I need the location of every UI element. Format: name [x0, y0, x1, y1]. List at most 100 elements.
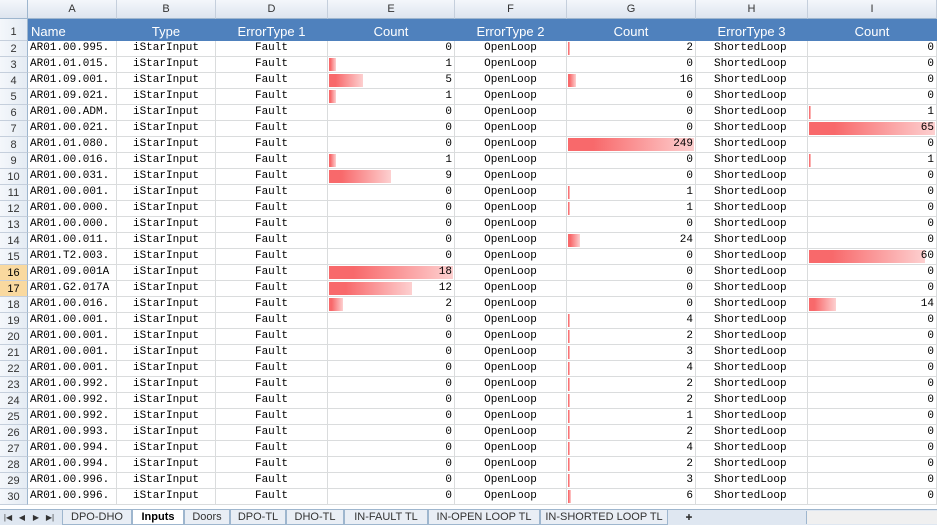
cell-e3[interactable]: ShortedLoop — [696, 409, 808, 425]
cell-c1[interactable]: 1 — [328, 153, 455, 169]
cell-c2[interactable]: 2 — [567, 425, 696, 441]
cell-c3[interactable]: 0 — [808, 441, 937, 457]
cell-name[interactable]: AR01.00.ADM. — [28, 105, 117, 121]
cell-e2[interactable]: OpenLoop — [455, 201, 567, 217]
cell-e2[interactable]: OpenLoop — [455, 393, 567, 409]
cell-c3[interactable]: 65 — [808, 121, 937, 137]
cell-c3[interactable]: 60 — [808, 249, 937, 265]
cell-c2[interactable]: 0 — [567, 297, 696, 313]
cell-c3[interactable]: 0 — [808, 201, 937, 217]
row-header[interactable]: 7 — [0, 121, 28, 137]
header-cell[interactable]: ErrorType 2 — [455, 19, 567, 41]
sheet-tab[interactable]: DPO-DHO — [62, 510, 132, 525]
cell-e2[interactable]: OpenLoop — [455, 473, 567, 489]
cell-c2[interactable]: 1 — [567, 409, 696, 425]
row-header[interactable]: 9 — [0, 153, 28, 169]
cell-e2[interactable]: OpenLoop — [455, 105, 567, 121]
cell-type[interactable]: iStarInput — [117, 345, 216, 361]
cell-e2[interactable]: OpenLoop — [455, 121, 567, 137]
row-header[interactable]: 24 — [0, 393, 28, 409]
header-cell[interactable]: Count — [567, 19, 696, 41]
cell-e1[interactable]: Fault — [216, 41, 328, 57]
cell-c2[interactable]: 0 — [567, 57, 696, 73]
cell-name[interactable]: AR01.00.001. — [28, 185, 117, 201]
row-header[interactable]: 15 — [0, 249, 28, 265]
cell-type[interactable]: iStarInput — [117, 393, 216, 409]
cell-c2[interactable]: 0 — [567, 249, 696, 265]
select-all-corner[interactable] — [0, 0, 28, 19]
cell-c3[interactable]: 0 — [808, 409, 937, 425]
cell-type[interactable]: iStarInput — [117, 185, 216, 201]
cell-c2[interactable]: 1 — [567, 185, 696, 201]
row-header[interactable]: 30 — [0, 489, 28, 505]
cell-c1[interactable]: 0 — [328, 201, 455, 217]
cell-c3[interactable]: 0 — [808, 361, 937, 377]
cell-c1[interactable]: 0 — [328, 425, 455, 441]
column-header-i[interactable]: I — [808, 0, 937, 19]
cell-c3[interactable]: 0 — [808, 345, 937, 361]
cell-c2[interactable]: 3 — [567, 345, 696, 361]
cell-e1[interactable]: Fault — [216, 345, 328, 361]
last-sheet-icon[interactable]: ▶| — [44, 511, 56, 524]
sheet-tab[interactable]: IN-FAULT TL — [344, 510, 428, 525]
cell-e2[interactable]: OpenLoop — [455, 457, 567, 473]
row-header[interactable]: 11 — [0, 185, 28, 201]
cell-c1[interactable]: 0 — [328, 377, 455, 393]
cell-name[interactable]: AR01.00.016. — [28, 297, 117, 313]
cell-e2[interactable]: OpenLoop — [455, 313, 567, 329]
cell-e1[interactable]: Fault — [216, 201, 328, 217]
cell-type[interactable]: iStarInput — [117, 201, 216, 217]
row-header[interactable]: 10 — [0, 169, 28, 185]
header-cell[interactable]: ErrorType 1 — [216, 19, 328, 41]
row-header[interactable]: 27 — [0, 441, 28, 457]
cell-name[interactable]: AR01.00.994. — [28, 457, 117, 473]
cell-e3[interactable]: ShortedLoop — [696, 41, 808, 57]
cell-c1[interactable]: 12 — [328, 281, 455, 297]
cell-c3[interactable]: 0 — [808, 233, 937, 249]
cell-e1[interactable]: Fault — [216, 217, 328, 233]
row-header[interactable]: 5 — [0, 89, 28, 105]
cell-e1[interactable]: Fault — [216, 73, 328, 89]
cell-e3[interactable]: ShortedLoop — [696, 137, 808, 153]
cell-e3[interactable]: ShortedLoop — [696, 473, 808, 489]
cell-c1[interactable]: 0 — [328, 233, 455, 249]
horizontal-scrollbar[interactable] — [806, 511, 937, 524]
cell-e2[interactable]: OpenLoop — [455, 345, 567, 361]
cell-c1[interactable]: 0 — [328, 345, 455, 361]
cell-e1[interactable]: Fault — [216, 121, 328, 137]
cell-c2[interactable]: 0 — [567, 153, 696, 169]
cell-c3[interactable]: 0 — [808, 425, 937, 441]
cell-type[interactable]: iStarInput — [117, 377, 216, 393]
cell-e2[interactable]: OpenLoop — [455, 409, 567, 425]
cell-e1[interactable]: Fault — [216, 137, 328, 153]
cell-type[interactable]: iStarInput — [117, 73, 216, 89]
row-header[interactable]: 3 — [0, 57, 28, 73]
row-header[interactable]: 25 — [0, 409, 28, 425]
column-header-e[interactable]: E — [328, 0, 455, 19]
cell-type[interactable]: iStarInput — [117, 297, 216, 313]
cell-type[interactable]: iStarInput — [117, 57, 216, 73]
cell-e1[interactable]: Fault — [216, 409, 328, 425]
cell-c3[interactable]: 0 — [808, 73, 937, 89]
cell-name[interactable]: AR01.00.001. — [28, 329, 117, 345]
cell-e3[interactable]: ShortedLoop — [696, 249, 808, 265]
cell-e2[interactable]: OpenLoop — [455, 169, 567, 185]
cell-e2[interactable]: OpenLoop — [455, 185, 567, 201]
cell-name[interactable]: AR01.00.001. — [28, 313, 117, 329]
cell-e2[interactable]: OpenLoop — [455, 265, 567, 281]
cell-e2[interactable]: OpenLoop — [455, 153, 567, 169]
cell-e3[interactable]: ShortedLoop — [696, 377, 808, 393]
cell-name[interactable]: AR01.00.000. — [28, 201, 117, 217]
cell-c1[interactable]: 0 — [328, 393, 455, 409]
cell-c1[interactable]: 0 — [328, 217, 455, 233]
cell-name[interactable]: AR01.T2.003. — [28, 249, 117, 265]
cell-c1[interactable]: 0 — [328, 313, 455, 329]
cell-type[interactable]: iStarInput — [117, 457, 216, 473]
header-cell[interactable]: Count — [328, 19, 455, 41]
cell-name[interactable]: AR01.00.996. — [28, 473, 117, 489]
cell-e1[interactable]: Fault — [216, 457, 328, 473]
cell-name[interactable]: AR01.09.001. — [28, 73, 117, 89]
header-cell[interactable]: ErrorType 3 — [696, 19, 808, 41]
cell-c3[interactable]: 0 — [808, 265, 937, 281]
cell-c3[interactable]: 0 — [808, 473, 937, 489]
